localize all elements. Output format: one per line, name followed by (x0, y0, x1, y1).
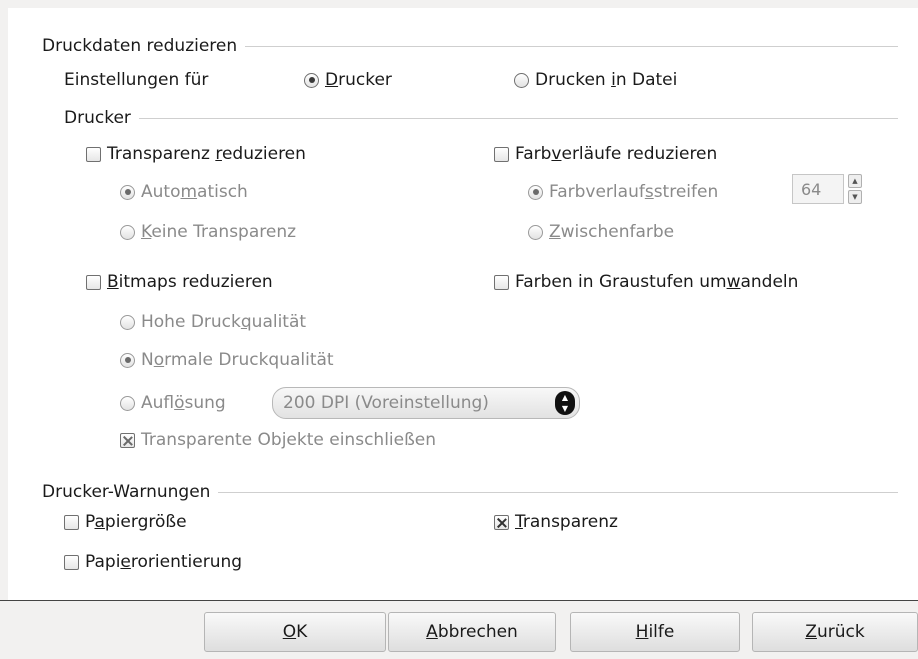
dropdown-updown-icon[interactable]: ▲ ▼ (555, 391, 575, 415)
back-button-label: Zurück (805, 622, 865, 642)
checkbox-icon[interactable] (494, 514, 509, 530)
gradient-stripes-spinbox[interactable]: 64 ▲ ▼ (792, 174, 862, 204)
printer-warnings-group: Drucker-Warnungen (42, 482, 898, 502)
help-button[interactable]: Hilfe (570, 612, 740, 652)
window-left-edge (0, 0, 8, 600)
radio-icon[interactable] (514, 72, 529, 88)
radio-resolution[interactable]: Auflösung (120, 393, 226, 413)
radio-no-transparency-label: Keine Transparenz (141, 222, 297, 242)
paper-size-checkbox[interactable]: Papiergröße (64, 512, 187, 532)
radio-icon[interactable] (120, 314, 135, 330)
group-separator (218, 491, 898, 493)
paper-size-label: Papiergröße (85, 512, 187, 532)
radio-icon[interactable] (528, 184, 543, 200)
radio-intermediate-color[interactable]: Zwischenfarbe (528, 222, 674, 242)
back-button[interactable]: Zurück (752, 612, 918, 652)
reduce-gradients-checkbox[interactable]: Farbverläufe reduzieren (494, 144, 717, 164)
radio-resolution-label: Auflösung (141, 393, 226, 413)
radio-icon[interactable] (120, 352, 135, 368)
gradient-stripes-value[interactable]: 64 (792, 174, 844, 204)
radio-icon[interactable] (304, 72, 319, 88)
radio-print-to-file[interactable]: Drucken in Datei (514, 70, 677, 90)
printer-group: Drucker (64, 108, 898, 128)
radio-icon[interactable] (120, 224, 135, 240)
settings-for-text: Einstellungen für (64, 70, 209, 90)
radio-automatic-label: Automatisch (141, 182, 248, 202)
transparency-warning-label: Transparenz (515, 512, 618, 532)
cancel-button-label: Abbrechen (426, 622, 518, 642)
radio-gradient-stripes-label: Farbverlaufsstreifen (549, 182, 719, 202)
radio-icon[interactable] (528, 224, 543, 240)
reduce-bitmaps-checkbox[interactable]: Bitmaps reduzieren (86, 272, 273, 292)
radio-normal-quality-label: Normale Druckqualität (141, 350, 334, 370)
printer-warnings-title: Drucker-Warnungen (42, 482, 211, 502)
checkbox-icon[interactable] (494, 274, 509, 290)
resolution-dropdown[interactable]: 200 DPI (Voreinstellung) ▲ ▼ (272, 387, 580, 419)
help-button-label: Hilfe (635, 622, 675, 642)
reduce-transparency-label: Transparenz reduzieren (107, 144, 306, 164)
reduce-gradients-label: Farbverläufe reduzieren (515, 144, 718, 164)
ok-button[interactable]: OK (204, 612, 386, 652)
radio-icon[interactable] (120, 184, 135, 200)
transparency-warning-checkbox[interactable]: Transparenz (494, 512, 618, 532)
spin-down-icon[interactable]: ▼ (848, 190, 862, 204)
radio-intermediate-color-label: Zwischenfarbe (549, 222, 675, 242)
cancel-button[interactable]: Abbrechen (388, 612, 556, 652)
radio-normal-quality[interactable]: Normale Druckqualität (120, 350, 334, 370)
convert-grayscale-label: Farben in Graustufen umwandeln (515, 272, 799, 292)
include-transparent-objects-checkbox[interactable]: Transparente Objekte einschließen (120, 430, 436, 450)
resolution-dropdown-value: 200 DPI (Voreinstellung) (283, 393, 489, 413)
paper-orientation-label: Papierorientierung (85, 552, 243, 572)
reduce-transparency-checkbox[interactable]: Transparenz reduzieren (86, 144, 306, 164)
radio-transparency-automatic[interactable]: Automatisch (120, 182, 248, 202)
radio-printer[interactable]: Drucker (304, 70, 392, 90)
reduce-bitmaps-label: Bitmaps reduzieren (107, 272, 273, 292)
radio-icon[interactable] (120, 395, 135, 411)
spin-arrows[interactable]: ▲ ▼ (848, 174, 862, 204)
paper-orientation-checkbox[interactable]: Papierorientierung (64, 552, 242, 572)
printer-group-title: Drucker (64, 108, 131, 128)
checkbox-icon[interactable] (64, 554, 79, 570)
convert-grayscale-checkbox[interactable]: Farben in Graustufen umwandeln (494, 272, 798, 292)
group-separator (138, 117, 898, 119)
include-transparent-objects-label: Transparente Objekte einschließen (141, 430, 437, 450)
settings-for-label: Einstellungen für (64, 70, 208, 90)
checkbox-icon[interactable] (86, 274, 101, 290)
radio-no-transparency[interactable]: Keine Transparenz (120, 222, 296, 242)
radio-high-quality-label: Hohe Druckqualität (141, 312, 307, 332)
ok-button-label: OK (282, 622, 308, 642)
reduce-print-data-group: Druckdaten reduzieren (42, 36, 898, 56)
radio-high-quality[interactable]: Hohe Druckqualität (120, 312, 306, 332)
checkbox-icon[interactable] (86, 146, 101, 162)
window-top-edge (0, 0, 918, 8)
checkbox-icon[interactable] (64, 514, 79, 530)
spin-up-icon[interactable]: ▲ (848, 174, 862, 188)
checkbox-icon[interactable] (494, 146, 509, 162)
group-separator (245, 45, 898, 47)
checkbox-icon[interactable] (120, 432, 135, 448)
radio-gradient-stripes[interactable]: Farbverlaufsstreifen (528, 182, 718, 202)
radio-print-to-file-label: Drucken in Datei (535, 70, 678, 90)
radio-printer-label: Drucker (325, 70, 392, 90)
reduce-print-data-title: Druckdaten reduzieren (42, 36, 238, 56)
